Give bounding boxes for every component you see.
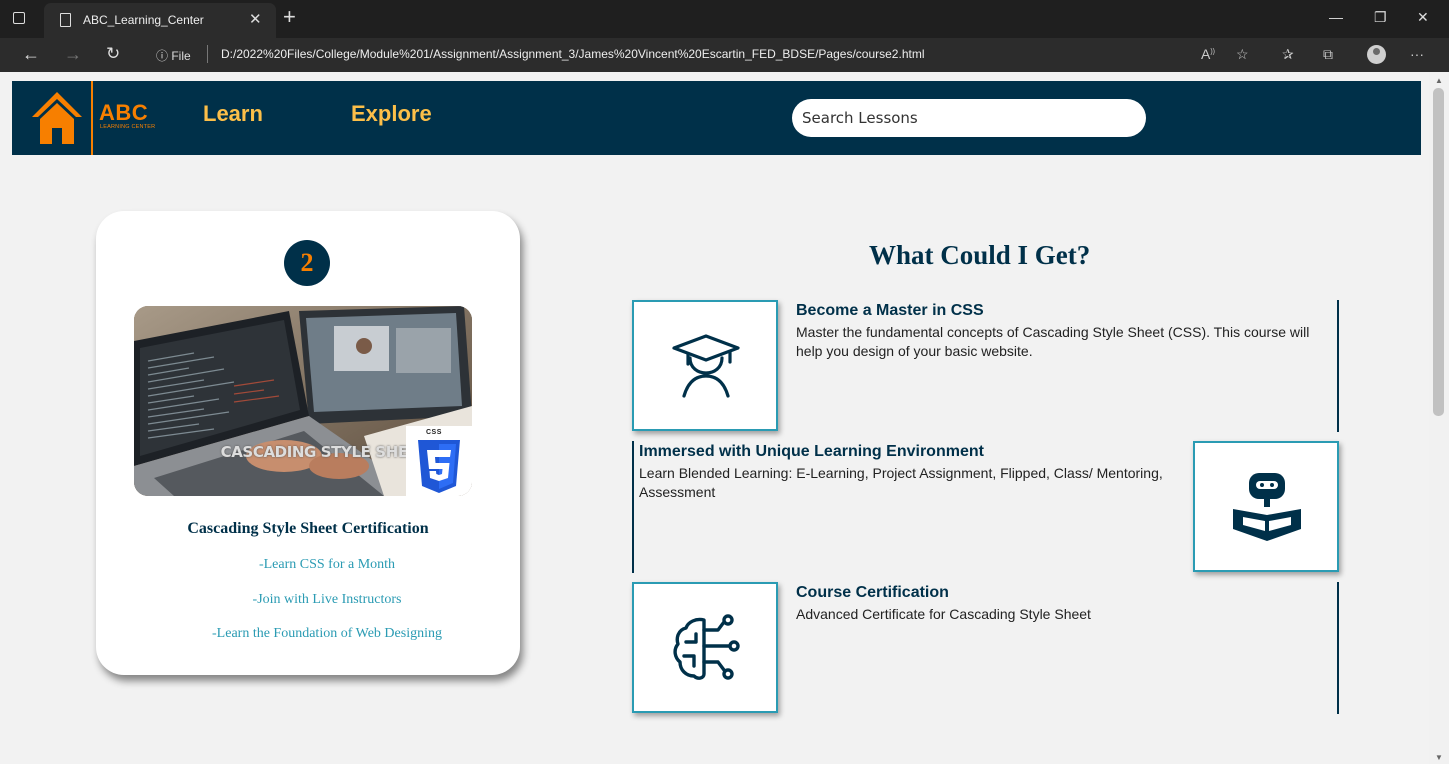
certification-title: Cascading Style Sheet Certification [187,520,429,537]
brand-divider [91,81,93,155]
feature-description: Advanced Certificate for Cascading Style… [796,606,1091,622]
home-icon[interactable] [32,90,82,145]
address-bar: ← → ↻ ⓘ File D:/2022%20Files/College/Mod… [0,38,1449,72]
site-info[interactable]: ⓘ File [156,47,191,64]
course-image: CASCADING STYLE SHEET CSS [134,306,472,496]
site-header: ABC LEARNING CENTER Learn Explore [12,81,1421,155]
nav-explore[interactable]: Explore [351,101,432,127]
feature-title: Course Certification [796,584,949,601]
feature-icon-box [632,582,778,713]
ai-brain-icon [673,614,740,680]
minimize-icon[interactable]: — [1329,9,1343,25]
feature-description: Master the fundamental concepts of Casca… [796,324,1310,359]
profile-avatar[interactable] [1367,45,1386,64]
collections-icon[interactable]: ⧉ [1323,46,1333,63]
css3-logo: CSS [406,426,472,496]
section-title: What Could I Get? [869,240,1091,270]
window-close-icon[interactable]: ✕ [1417,9,1429,26]
favorites-icon[interactable]: ✰ [1282,46,1294,63]
browser-tab[interactable]: ABC_Learning_Center ✕ [44,3,276,38]
new-tab-icon[interactable]: + [283,5,296,29]
feature-description: Learn Blended Learning: E-Learning, Proj… [639,465,1163,500]
scroll-thumb[interactable] [1433,88,1444,416]
tab-title: ABC_Learning_Center [83,13,204,27]
refresh-icon[interactable]: ↻ [106,45,120,63]
brand-name[interactable]: ABC [99,100,148,126]
read-aloud-icon[interactable]: A)) [1201,46,1215,62]
feature-divider [1337,300,1339,432]
course-point: -Learn the Foundation of Web Designing [212,626,442,641]
scroll-up-icon[interactable]: ▲ [1435,76,1443,85]
css3-logo-label: CSS [426,429,442,436]
url-field[interactable]: D:/2022%20Files/College/Module%201/Assig… [221,47,924,61]
search-input[interactable] [792,99,1146,137]
robot-reading-icon [1233,473,1301,541]
brand-tagline: LEARNING CENTER [100,124,156,130]
tab-actions-icon[interactable] [13,12,25,24]
feature-divider [1337,582,1339,714]
feature-icon-box [1193,441,1339,572]
css3-shield-icon [418,440,460,493]
step-badge: 2 [284,240,330,286]
feature-title: Immersed with Unique Learning Environmen… [639,443,984,460]
course-point: -Learn CSS for a Month [258,557,396,572]
feature-icon-box [632,300,778,431]
nav-learn[interactable]: Learn [203,101,263,127]
more-menu-icon[interactable]: ··· [1410,46,1424,62]
url-scheme: File [171,49,191,63]
forward-icon[interactable]: → [64,45,82,63]
graduate-icon [672,334,740,398]
course-card: 2 CASCADING STYLE SHEET CSS Cascading St… [96,211,520,675]
course-point: -Join with Live Instructors [252,592,402,607]
tab-close-icon[interactable]: ✕ [249,10,262,28]
image-caption: CASCADING STYLE SHEET [220,443,428,461]
feature-divider [632,441,634,573]
feature-title: Become a Master in CSS [796,302,984,319]
back-icon[interactable]: ← [22,45,40,63]
page-scrollbar[interactable]: ▲ ▼ [1429,72,1449,764]
browser-tab-bar: ABC_Learning_Center ✕ + — ❐ ✕ [0,0,1449,38]
url-separator [207,45,208,63]
scroll-down-icon[interactable]: ▼ [1435,753,1443,762]
page-icon [60,13,71,27]
restore-icon[interactable]: ❐ [1374,9,1387,26]
add-favorite-icon[interactable]: ☆ [1236,46,1249,63]
